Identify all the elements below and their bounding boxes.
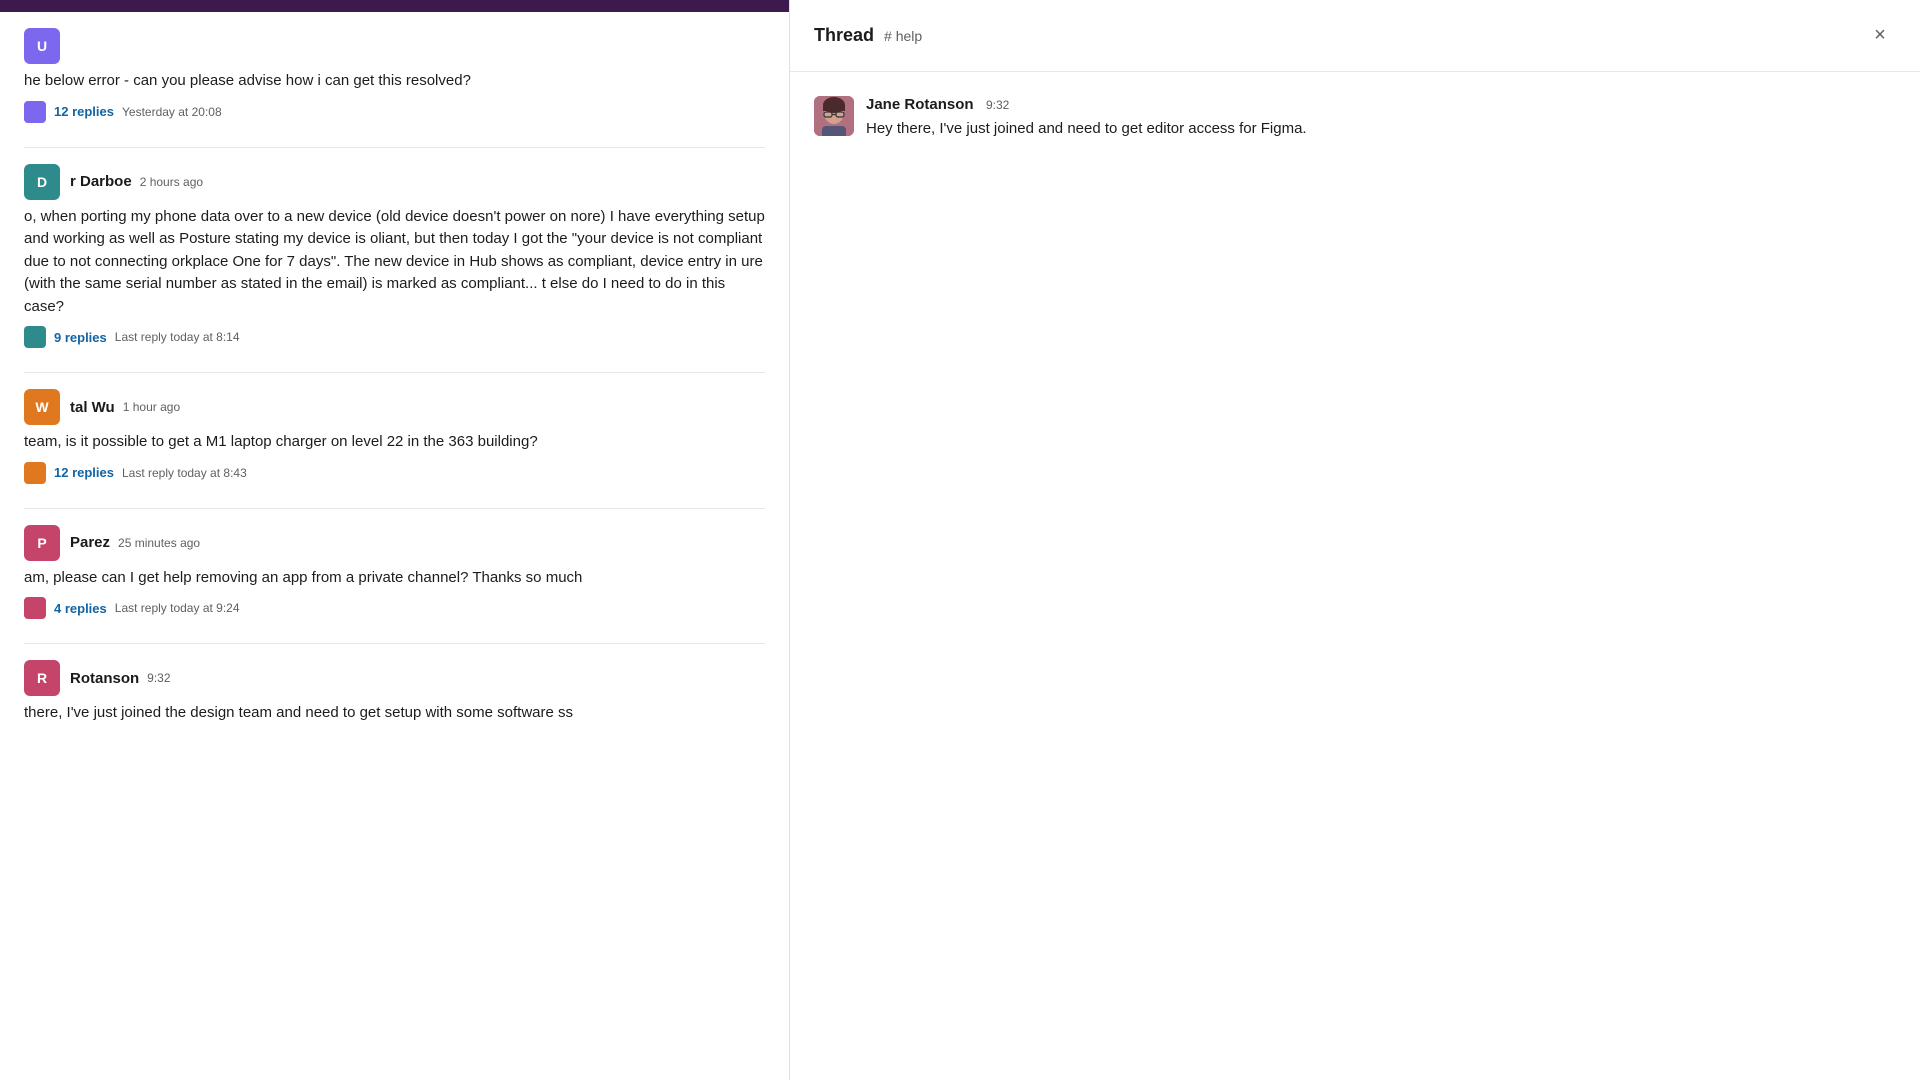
thread-msg-text: Hey there, I've just joined and need to …	[866, 118, 1307, 141]
reply-avatar	[24, 326, 46, 348]
reply-avatar	[24, 462, 46, 484]
reply-count[interactable]: 4 replies	[54, 601, 107, 616]
timestamp: 1 hour ago	[123, 400, 180, 414]
thread-message-item: Jane Rotanson 9:32 Hey there, I've just …	[814, 96, 1896, 141]
divider	[24, 508, 765, 509]
message-item: R Rotanson 9:32 there, I've just joined …	[24, 660, 765, 725]
message-header: U	[24, 28, 765, 64]
message-text: o, when porting my phone data over to a …	[24, 206, 765, 319]
timestamp: 9:32	[147, 671, 170, 685]
sender-name: tal Wu	[70, 399, 115, 416]
message-text: team, is it possible to get a M1 laptop …	[24, 431, 765, 454]
thread-avatar	[814, 96, 854, 136]
avatar: P	[24, 525, 60, 561]
message-text: am, please can I get help removing an ap…	[24, 567, 765, 590]
avatar-face-icon	[814, 96, 854, 136]
divider	[24, 372, 765, 373]
reply-time: Last reply today at 9:24	[115, 601, 240, 615]
avatar: R	[24, 660, 60, 696]
message-item: P Parez 25 minutes ago am, please can I …	[24, 525, 765, 620]
reply-count[interactable]: 12 replies	[54, 465, 114, 480]
thread-channel: # help	[884, 28, 922, 44]
thread-timestamp: 9:32	[986, 98, 1009, 112]
reply-time: Yesterday at 20:08	[122, 105, 222, 119]
thread-content: Jane Rotanson 9:32 Hey there, I've just …	[790, 72, 1920, 1080]
reply-count[interactable]: 12 replies	[54, 104, 114, 119]
message-header: W tal Wu 1 hour ago	[24, 389, 765, 425]
reply-row[interactable]: 12 replies Yesterday at 20:08	[24, 101, 765, 123]
top-bar	[0, 0, 789, 12]
message-item: W tal Wu 1 hour ago team, is it possible…	[24, 389, 765, 484]
thread-header: Thread # help ×	[790, 0, 1920, 72]
divider	[24, 147, 765, 148]
left-panel: U he below error - can you please advise…	[0, 0, 790, 1080]
message-header: R Rotanson 9:32	[24, 660, 765, 696]
thread-sender: Jane Rotanson	[866, 96, 974, 113]
reply-row[interactable]: 4 replies Last reply today at 9:24	[24, 597, 765, 619]
reply-time: Last reply today at 8:43	[122, 466, 247, 480]
message-header: D r Darboe 2 hours ago	[24, 164, 765, 200]
avatar: U	[24, 28, 60, 64]
message-text: he below error - can you please advise h…	[24, 70, 765, 93]
reply-row[interactable]: 9 replies Last reply today at 8:14	[24, 326, 765, 348]
timestamp: 2 hours ago	[140, 175, 203, 189]
timestamp: 25 minutes ago	[118, 536, 200, 550]
reply-time: Last reply today at 8:14	[115, 330, 240, 344]
thread-title: Thread	[814, 25, 874, 46]
avatar: D	[24, 164, 60, 200]
close-icon: ×	[1874, 24, 1886, 47]
thread-message-header: Jane Rotanson 9:32	[866, 96, 1307, 114]
close-button[interactable]: ×	[1864, 20, 1896, 52]
reply-count[interactable]: 9 replies	[54, 330, 107, 345]
message-header: P Parez 25 minutes ago	[24, 525, 765, 561]
message-item: D r Darboe 2 hours ago o, when porting m…	[24, 164, 765, 349]
thread-message-body: Jane Rotanson 9:32 Hey there, I've just …	[866, 96, 1307, 141]
sender-name: Rotanson	[70, 670, 139, 687]
message-item: U he below error - can you please advise…	[24, 28, 765, 123]
right-panel: Thread # help ×	[790, 0, 1920, 1080]
sender-name: Parez	[70, 534, 110, 551]
message-text: there, I've just joined the design team …	[24, 702, 765, 725]
message-list: U he below error - can you please advise…	[0, 12, 789, 1080]
reply-avatar	[24, 597, 46, 619]
divider	[24, 643, 765, 644]
reply-row[interactable]: 12 replies Last reply today at 8:43	[24, 462, 765, 484]
avatar: W	[24, 389, 60, 425]
sender-name: r Darboe	[70, 173, 132, 190]
reply-avatar	[24, 101, 46, 123]
